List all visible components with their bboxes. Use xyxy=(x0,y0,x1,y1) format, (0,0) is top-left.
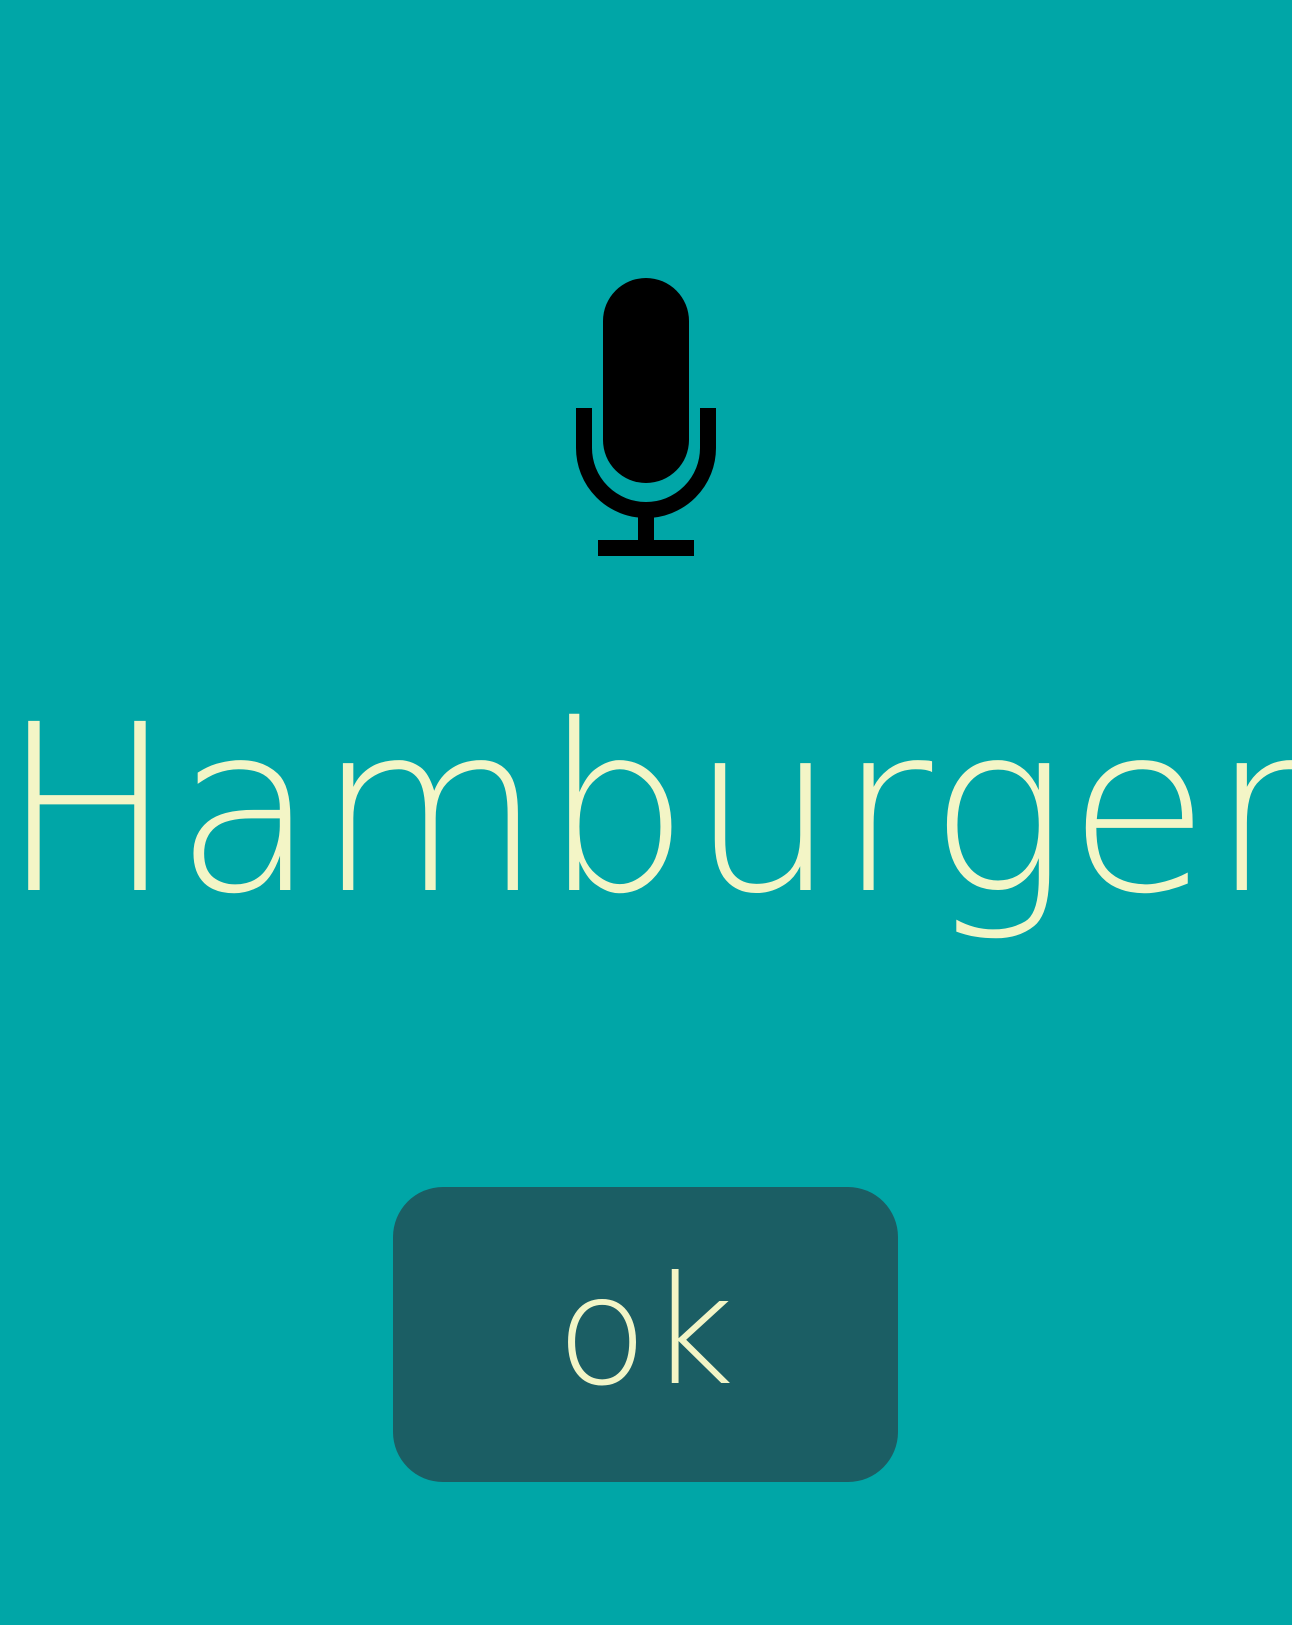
ok-button-label: ok xyxy=(556,1244,735,1419)
microphone-icon[interactable] xyxy=(576,278,716,558)
recognized-speech-text: Hamburger xyxy=(0,675,1292,945)
ok-button[interactable]: ok xyxy=(393,1187,898,1482)
microphone-icon-graphic xyxy=(576,278,716,556)
